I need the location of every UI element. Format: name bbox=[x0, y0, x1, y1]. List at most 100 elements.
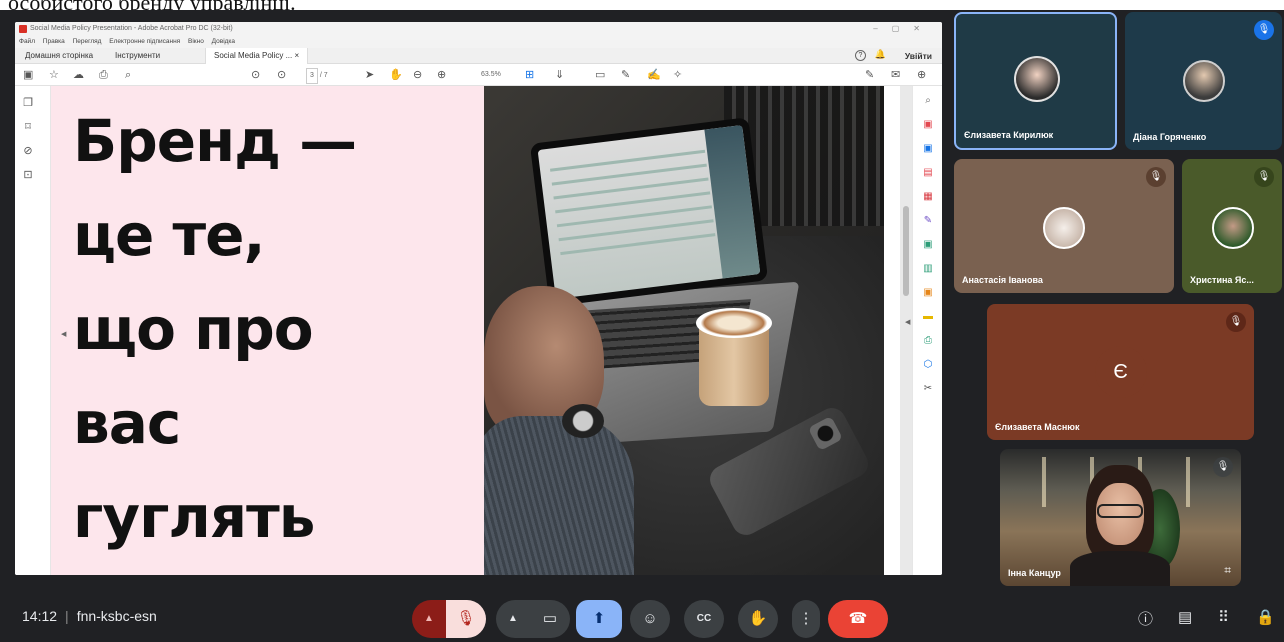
share-user-icon[interactable]: ⊕ bbox=[917, 67, 926, 83]
highlight-pen-icon[interactable]: ✎ bbox=[621, 67, 630, 83]
menu-edit[interactable]: Правка bbox=[43, 38, 65, 45]
more-options-button[interactable]: ⋮ bbox=[792, 600, 820, 638]
save-icon[interactable]: ▣ bbox=[23, 67, 33, 83]
collapse-left-arrow-icon[interactable]: ◀ bbox=[61, 330, 66, 338]
participant-tile-1[interactable]: 🎙 Діана Горяченко bbox=[1125, 12, 1282, 150]
fit-page-icon[interactable]: ⊞ bbox=[525, 67, 534, 83]
participant-name: Христина Яс... bbox=[1190, 275, 1254, 285]
edit-pdf-icon[interactable]: ✎ bbox=[865, 67, 874, 83]
present-screen-button[interactable]: ⬆ bbox=[576, 600, 622, 638]
menu-help[interactable]: Довідка bbox=[212, 38, 235, 45]
fill-sign-icon[interactable]: ✎ bbox=[921, 214, 935, 228]
photo-laptop-screen bbox=[529, 117, 769, 307]
menu-view[interactable]: Перегляд bbox=[73, 38, 102, 45]
organize-pages-icon[interactable]: ▤ bbox=[921, 166, 935, 180]
activities-icon[interactable]: ⠿ bbox=[1218, 608, 1229, 626]
zoom-level[interactable]: 63.5% bbox=[481, 68, 501, 82]
cloud-upload-icon[interactable]: ☁ bbox=[73, 67, 84, 83]
avatar bbox=[1014, 56, 1060, 102]
comment-icon[interactable]: ▭ bbox=[595, 67, 605, 83]
select-cursor-icon[interactable]: ➤ bbox=[365, 67, 374, 83]
raise-hand-button[interactable]: ✋ bbox=[738, 600, 778, 638]
participant-tile-2[interactable]: 🎙 Анастасія Іванова bbox=[954, 159, 1174, 293]
export-pdf-icon[interactable]: ▣ bbox=[921, 118, 935, 132]
mic-off-icon: 🎙 bbox=[1254, 20, 1274, 40]
sign-icon[interactable]: ✍ bbox=[647, 67, 661, 83]
captions-icon: CC bbox=[696, 613, 712, 624]
photo-latte-art bbox=[696, 308, 772, 338]
combine-files-icon[interactable]: ▣ bbox=[921, 238, 935, 252]
mail-icon[interactable]: ✉ bbox=[891, 67, 900, 83]
tab-document[interactable]: Social Media Policy ... × bbox=[205, 48, 309, 64]
emoji-icon: ☺ bbox=[642, 610, 658, 627]
participant-tile-5[interactable]: 🎙 ⌗ Інна Канцур bbox=[1000, 449, 1241, 586]
meeting-controls-bar: 14:12 | fnn-ksbc-esn ▲ 🎙 ▲ ▭ ⬆ ☺ CC ✋ ⋮ ☎ … bbox=[0, 590, 1284, 642]
bookmark-icon[interactable]: ⌑ bbox=[21, 120, 35, 134]
meeting-info: 14:12 | fnn-ksbc-esn bbox=[22, 608, 157, 624]
meeting-code[interactable]: fnn-ksbc-esn bbox=[77, 608, 157, 624]
print-production-icon[interactable]: ⎙ bbox=[921, 334, 935, 348]
menu-window[interactable]: Вікно bbox=[188, 38, 204, 45]
zoom-out-icon[interactable]: ⊖ bbox=[413, 67, 422, 83]
vertical-scrollbar[interactable] bbox=[900, 86, 912, 575]
page-up-icon[interactable]: ⊙ bbox=[251, 67, 260, 83]
tab-home[interactable]: Домашня сторінка bbox=[25, 48, 93, 64]
create-pdf-icon[interactable]: ▣ bbox=[921, 142, 935, 156]
search-icon[interactable]: ⌕ bbox=[921, 94, 935, 108]
zoom-search-icon[interactable]: ⌕ bbox=[125, 67, 131, 83]
collapse-right-arrow-icon[interactable]: ◀ bbox=[905, 318, 910, 326]
info-icon[interactable]: ⓘ bbox=[1138, 608, 1153, 629]
menu-esign[interactable]: Електронне підписання bbox=[109, 38, 180, 45]
stamp-icon[interactable]: ✧ bbox=[673, 67, 682, 83]
comment-tool-icon[interactable]: ▬ bbox=[921, 310, 935, 324]
avatar bbox=[1183, 60, 1225, 102]
acrobat-toolbar: ▣ ☆ ☁ ⎙ ⌕ ⊙ ⊙ 3 / 7 ➤ ✋ ⊖ ⊕ 63.5% ⊞ ⇓ ▭ … bbox=[15, 64, 942, 86]
participant-tile-4[interactable]: 🎙 Є Єлизавета Маснюк bbox=[987, 304, 1254, 440]
compare-files-icon[interactable]: ▥ bbox=[921, 262, 935, 276]
menu-file[interactable]: Файл bbox=[19, 38, 35, 45]
help-icon[interactable]: ? bbox=[855, 50, 866, 61]
mic-off-icon: 🎙 bbox=[456, 610, 476, 627]
hand-tool-icon[interactable]: ✋ bbox=[389, 67, 403, 83]
chat-icon[interactable]: ▤ bbox=[1178, 608, 1192, 626]
participant-name: Інна Канцур bbox=[1008, 568, 1061, 578]
signin-button[interactable]: Увійти bbox=[905, 48, 932, 64]
pages-icon[interactable]: ❐ bbox=[21, 96, 35, 110]
participant-tile-0[interactable]: Єлизавета Кирилюк bbox=[954, 12, 1117, 150]
zoom-in-icon[interactable]: ⊕ bbox=[437, 67, 446, 83]
document-area: ❐ ⌑ ⊘ ⊡ ◀ Бренд — це те, що про вас гугл… bbox=[15, 86, 942, 575]
tab-tools[interactable]: Інструменти bbox=[115, 48, 160, 64]
avatar bbox=[1212, 207, 1254, 249]
mic-off-icon: 🎙 bbox=[1213, 457, 1233, 477]
video-options-chevron-icon[interactable]: ▲ bbox=[496, 600, 530, 638]
page-indicator[interactable]: 3 / 7 bbox=[306, 68, 328, 84]
present-icon: ⬆ bbox=[592, 610, 606, 627]
protect-icon[interactable]: ⬡ bbox=[921, 358, 935, 372]
participant-tile-3[interactable]: 🎙 Христина Яс... bbox=[1182, 159, 1282, 293]
slide-headline: Бренд — це те, що про вас гуглять bbox=[73, 107, 357, 551]
hand-icon: ✋ bbox=[748, 610, 768, 627]
camera-toggle-button[interactable]: ▭ bbox=[530, 600, 570, 638]
edit-document-icon[interactable]: ▦ bbox=[921, 190, 935, 204]
page-down-icon[interactable]: ⊙ bbox=[277, 67, 286, 83]
send-review-icon[interactable]: ▣ bbox=[921, 286, 935, 300]
mic-off-icon: 🎙 bbox=[1146, 167, 1166, 187]
acrobat-tabs: Домашня сторінка Інструменти Social Medi… bbox=[15, 48, 942, 64]
window-controls: –▢✕ bbox=[873, 24, 934, 33]
bell-icon[interactable]: 🔔 bbox=[875, 49, 886, 60]
crop-icon[interactable]: ⌗ bbox=[1224, 563, 1231, 578]
reactions-button[interactable]: ☺ bbox=[630, 600, 670, 638]
audio-options-chevron-icon[interactable]: ▲ bbox=[412, 600, 446, 638]
camera-icon: ▭ bbox=[542, 610, 558, 627]
star-icon[interactable]: ☆ bbox=[49, 67, 59, 83]
layers-lock-icon[interactable]: ⊡ bbox=[21, 168, 35, 182]
captions-button[interactable]: CC bbox=[684, 600, 724, 638]
more-tools-icon[interactable]: ✂ bbox=[921, 382, 935, 396]
attachment-icon[interactable]: ⊘ bbox=[21, 144, 35, 158]
leave-call-button[interactable]: ☎ bbox=[828, 600, 888, 638]
page-number-input[interactable]: 3 bbox=[306, 68, 318, 84]
host-controls-icon[interactable]: 🔒 bbox=[1256, 608, 1275, 626]
mic-toggle-button[interactable]: 🎙 bbox=[446, 600, 486, 638]
print-icon[interactable]: ⎙ bbox=[99, 67, 108, 83]
presentation-icon[interactable]: ⇓ bbox=[555, 67, 564, 83]
